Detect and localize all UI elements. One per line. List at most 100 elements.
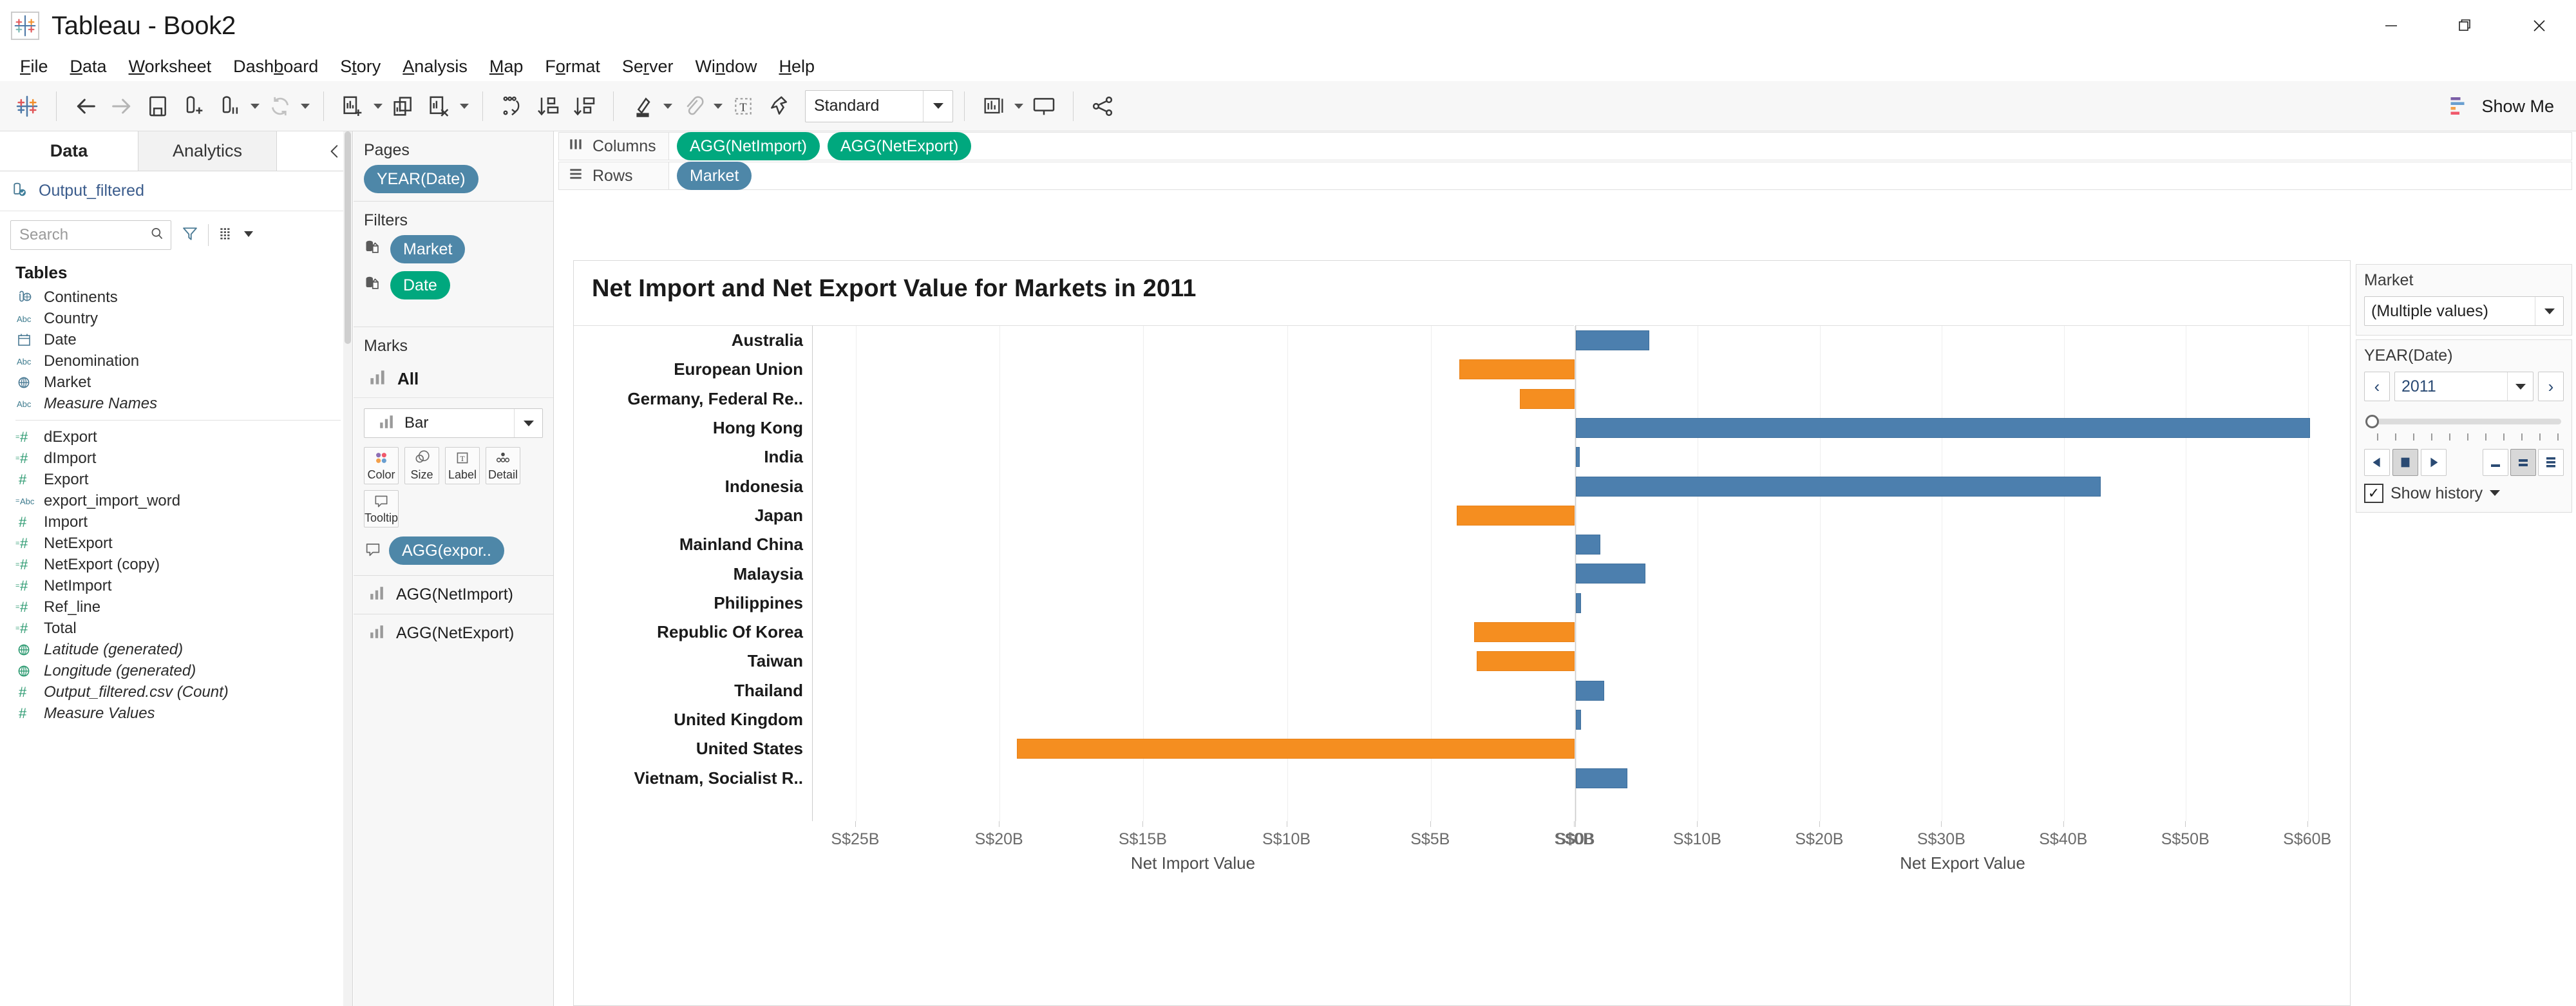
bar-net-import[interactable] [1520,388,1575,409]
bar-net-export[interactable] [1576,476,2101,497]
bar-net-import[interactable] [1459,359,1575,380]
rows-shelf-drop[interactable]: Market [669,162,2572,190]
market-filter-dropdown[interactable]: (Multiple values) [2364,296,2564,326]
bar-net-export[interactable] [1576,417,2311,438]
field-country[interactable]: Abc Country [0,308,352,329]
row-header[interactable]: India [574,442,812,471]
field-netexport-copy[interactable]: = # NetExport (copy) [0,554,352,575]
bar-net-export[interactable] [1576,330,1649,350]
row-header[interactable]: United Kingdom [574,705,812,734]
year-prev-button[interactable]: ‹ [2364,372,2390,401]
row-header[interactable]: Taiwan [574,647,812,676]
menu-window[interactable]: Window [684,52,768,81]
presentation-mode-icon[interactable] [1026,88,1062,124]
share-icon[interactable] [1084,88,1121,124]
play-backward-icon[interactable] [2364,449,2390,476]
row-header[interactable]: Vietnam, Socialist R.. [574,763,812,792]
field-export[interactable]: # Export [0,469,352,490]
marks-card-netexport[interactable]: AGG(NetExport) [354,614,553,652]
scrollbar-thumb[interactable] [345,131,351,344]
marks-card-netimport[interactable]: AGG(NetImport) [354,575,553,614]
data-pane-scrollbar[interactable] [343,131,352,1006]
view-options-caret-icon[interactable] [242,227,255,243]
tableau-home-icon[interactable] [9,88,45,124]
stop-icon[interactable] [2392,449,2418,476]
bar-net-import[interactable] [1456,505,1575,526]
pane-net-export[interactable] [1575,325,2350,821]
bar-net-import[interactable] [1477,651,1575,672]
pill-agg-netimport[interactable]: AGG(NetImport) [677,132,820,160]
chevron-down-icon[interactable] [2535,297,2563,325]
menu-story[interactable]: Story [329,52,392,81]
marks-size-button[interactable]: Size [404,447,439,484]
mark-type-select[interactable]: Bar [364,408,543,438]
bar-net-export[interactable] [1576,709,1581,730]
menu-file[interactable]: File [9,52,59,81]
row-header[interactable]: Malaysia [574,559,812,588]
refresh-data-source-icon[interactable] [262,88,298,124]
play-forward-icon[interactable] [2421,449,2447,476]
clear-sheet-icon[interactable] [421,88,457,124]
speed-medium-icon[interactable] [2510,449,2536,476]
row-header[interactable]: Philippines [574,589,812,618]
forward-icon[interactable] [104,88,140,124]
bar-net-import[interactable] [1473,622,1575,642]
field-denomination[interactable]: Abc Denomination [0,350,352,372]
search-field[interactable] [18,225,146,245]
row-header[interactable]: European Union [574,355,812,384]
row-header[interactable]: United States [574,734,812,763]
tooltip-pill-row[interactable]: AGG(expor.. [354,527,553,575]
filter-funnel-icon[interactable] [181,225,199,246]
field-dimport[interactable]: = # dImport [0,448,352,469]
bar-net-export[interactable] [1576,535,1600,555]
collapse-pane-icon[interactable] [327,131,343,171]
minimize-button[interactable] [2354,0,2428,52]
tab-data[interactable]: Data [0,131,138,171]
year-slider-track[interactable] [2374,419,2561,424]
view-grid-icon[interactable] [218,225,234,245]
speed-fast-icon[interactable] [2538,449,2564,476]
highlight-caret-icon[interactable] [661,88,675,124]
show-mark-labels-icon[interactable]: T [725,88,761,124]
pill-tooltip-agg-export[interactable]: AGG(expor.. [389,536,504,565]
bar-net-import[interactable] [1016,739,1575,759]
field-output-filtered-csv-count[interactable]: # Output_filtered.csv (Count) [0,681,352,703]
show-history-row[interactable]: ✓ Show history [2364,484,2564,503]
show-history-checkbox[interactable]: ✓ [2364,484,2383,503]
fit-axis-caret-icon[interactable] [1012,88,1026,124]
bar-net-export[interactable] [1576,447,1580,468]
row-header[interactable]: Mainland China [574,530,812,559]
bar-net-export[interactable] [1576,564,1645,584]
filter-row-date[interactable]: Date [354,271,553,307]
menu-help[interactable]: Help [768,52,826,81]
year-slider-knob[interactable] [2365,415,2379,428]
year-next-button[interactable]: › [2538,372,2564,401]
pill-market[interactable]: Market [677,162,752,190]
field-longitude-generated[interactable]: Longitude (generated) [0,660,352,681]
year-chevron-down-icon[interactable] [2507,372,2533,401]
field-measure-values[interactable]: # Measure Values [0,703,352,724]
datasource-item[interactable]: Output_filtered [0,171,352,211]
row-header[interactable]: Australia [574,326,812,355]
field-netexport[interactable]: = # NetExport [0,533,352,554]
field-dexport[interactable]: = # dExport [0,426,352,448]
sort-ascending-icon[interactable] [530,88,566,124]
year-value-dropdown[interactable]: 2011 [2394,372,2533,401]
pages-shelf[interactable]: YEAR(Date) [354,165,553,201]
swap-rows-columns-icon[interactable] [494,88,530,124]
menu-worksheet[interactable]: Worksheet [118,52,223,81]
pause-data-updates-icon[interactable] [212,88,248,124]
menu-map[interactable]: Map [478,52,535,81]
show-history-caret-icon[interactable] [2490,488,2500,499]
row-header[interactable]: Thailand [574,676,812,705]
row-header[interactable]: Japan [574,501,812,530]
speed-slow-icon[interactable] [2483,449,2508,476]
menu-format[interactable]: Format [534,52,611,81]
bar-net-export[interactable] [1576,768,1627,788]
row-header[interactable]: Hong Kong [574,413,812,442]
field-measure-names[interactable]: Abc Measure Names [0,393,352,414]
pane-net-import[interactable] [812,325,1575,821]
show-me-button[interactable]: Show Me [2448,81,2554,131]
menu-dashboard[interactable]: Dashboard [222,52,329,81]
marks-all-row[interactable]: All [354,361,553,398]
